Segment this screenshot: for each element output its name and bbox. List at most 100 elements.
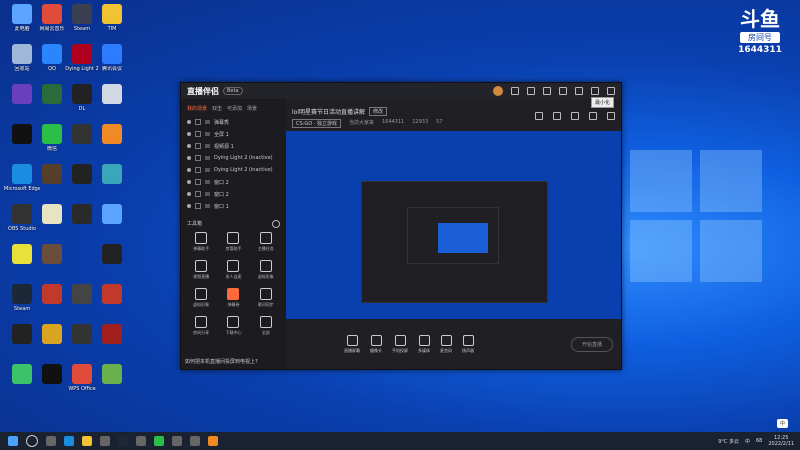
left-tab[interactable]: 可添加 <box>227 105 242 112</box>
ime-bar[interactable]: 中 <box>776 419 788 428</box>
tool-button[interactable]: 全部 <box>250 316 282 336</box>
app-icon[interactable] <box>136 436 146 446</box>
scene-item[interactable]: 视频源 1 <box>181 140 286 152</box>
lock-icon[interactable] <box>195 191 201 197</box>
tool-button[interactable]: 虚拟形象 <box>250 260 282 280</box>
lock-icon[interactable] <box>553 112 561 120</box>
desktop-icon[interactable] <box>94 204 130 226</box>
minimize-icon[interactable] <box>575 87 583 95</box>
tool-button[interactable]: 歌词同步 <box>250 288 282 308</box>
tool-button[interactable]: 虚拟形象 <box>185 288 217 308</box>
toolbox-header: 工具箱 <box>181 212 286 232</box>
clock[interactable]: 12:25 2022/2/11 <box>768 435 794 447</box>
store-icon[interactable] <box>100 436 110 446</box>
desktop-icon[interactable]: TIM <box>94 4 130 32</box>
weather[interactable]: 9°C 多云 <box>718 438 739 445</box>
lock-icon[interactable] <box>195 203 201 209</box>
source-button[interactable]: 手机投屏 <box>392 334 408 354</box>
scene-item[interactable]: 窗口 2 <box>181 176 286 188</box>
eye-icon[interactable] <box>187 204 191 208</box>
left-tab[interactable]: 我的场景 <box>187 105 207 112</box>
eye-icon[interactable] <box>187 156 191 160</box>
desktop-icon[interactable] <box>94 284 130 306</box>
tool-button[interactable]: 多人连麦 <box>217 260 249 280</box>
tool-button[interactable]: 下载中心 <box>217 316 249 336</box>
lock-icon[interactable] <box>195 119 201 125</box>
eye-icon[interactable] <box>187 120 191 124</box>
lock-icon[interactable] <box>195 167 201 173</box>
category-button[interactable]: CS:GO · 独立游戏 <box>292 119 341 128</box>
lock-icon[interactable] <box>195 131 201 137</box>
message-icon[interactable] <box>511 87 519 95</box>
search-icon[interactable] <box>26 435 38 447</box>
start-stream-button[interactable]: 开始直播 <box>570 336 613 352</box>
scene-item[interactable]: Dying Light 2 (inactive) <box>181 152 286 164</box>
app-icon[interactable] <box>172 436 182 446</box>
more-icon[interactable] <box>272 220 280 228</box>
lock-icon[interactable] <box>195 143 201 149</box>
eye-icon[interactable] <box>187 168 191 172</box>
start-icon[interactable] <box>8 436 18 446</box>
tool-icon <box>227 232 240 244</box>
desktop-icon[interactable] <box>94 324 130 346</box>
menu-icon[interactable] <box>559 87 567 95</box>
tray-lang[interactable]: 中 <box>745 438 750 445</box>
eye-icon[interactable] <box>187 192 191 196</box>
eye-icon[interactable] <box>187 132 191 136</box>
edge-icon[interactable] <box>64 436 74 446</box>
desktop-icon[interactable] <box>94 364 130 386</box>
maximize-icon[interactable] <box>591 87 599 95</box>
edit-title-button[interactable]: 修改 <box>369 107 388 116</box>
close-icon[interactable] <box>607 87 615 95</box>
source-button[interactable]: 摄像头 <box>370 334 382 354</box>
source-button[interactable]: 麦克风 <box>440 334 452 354</box>
explorer-icon[interactable] <box>82 436 92 446</box>
desktop-icon[interactable]: 腾讯会议 <box>94 44 130 72</box>
scene-item[interactable]: Dying Light 2 (inactive) <box>181 164 286 176</box>
left-tab[interactable]: 双击 <box>212 105 222 112</box>
source-button[interactable]: 扬声器 <box>462 334 474 354</box>
eye-icon[interactable] <box>187 180 191 184</box>
app-icon <box>102 244 122 264</box>
app-icon <box>42 364 62 384</box>
stream-preview[interactable] <box>286 131 621 331</box>
gift-icon[interactable] <box>527 87 535 95</box>
desktop-icon[interactable] <box>94 84 130 106</box>
tv-cast-notice[interactable]: 如何把本机直播间投屏到电视上? <box>185 358 258 365</box>
source-button[interactable]: 直播屏幕 <box>344 334 360 354</box>
lock-icon[interactable] <box>195 155 201 161</box>
eye-icon[interactable] <box>187 144 191 148</box>
tool-button[interactable]: 房间分享 <box>185 316 217 336</box>
douyu-icon[interactable] <box>208 436 218 446</box>
desktop-icon[interactable] <box>94 164 130 186</box>
settings-icon[interactable] <box>543 87 551 95</box>
share-icon[interactable] <box>607 112 615 120</box>
app-icon <box>72 364 92 384</box>
desktop-icon[interactable] <box>94 124 130 146</box>
desktop-icon[interactable] <box>94 244 130 266</box>
avatar[interactable] <box>493 86 503 96</box>
steam-icon[interactable] <box>118 436 128 446</box>
tool-button[interactable]: 房管助手 <box>217 232 249 252</box>
tool-button[interactable]: 弹幕卷 <box>217 288 249 308</box>
scene-item[interactable]: 窗口 1 <box>181 200 286 212</box>
tool-button[interactable]: 主播任务 <box>250 232 282 252</box>
scene-item[interactable]: 全屏 1 <box>181 128 286 140</box>
volume-label[interactable]: 68 <box>756 438 762 444</box>
desktop-icon[interactable] <box>34 244 70 266</box>
bell-icon[interactable] <box>589 112 597 120</box>
scene-item[interactable]: 窗口 2 <box>181 188 286 200</box>
tool-button[interactable]: 弹幕助手 <box>185 232 217 252</box>
lock-icon[interactable] <box>195 179 201 185</box>
chart-icon[interactable] <box>571 112 579 120</box>
tool-button[interactable]: 视频直播 <box>185 260 217 280</box>
scene-item[interactable]: 弹幕秀 <box>181 116 286 128</box>
wechat-icon[interactable] <box>154 436 164 446</box>
source-button[interactable]: 多媒体 <box>418 334 430 354</box>
left-tab[interactable]: 场景 <box>247 105 257 112</box>
room-stat: 12933 <box>412 119 429 125</box>
task-view-icon[interactable] <box>46 436 56 446</box>
ime-lang[interactable]: 中 <box>780 420 785 427</box>
shop-icon[interactable] <box>535 112 543 120</box>
app-icon[interactable] <box>190 436 200 446</box>
